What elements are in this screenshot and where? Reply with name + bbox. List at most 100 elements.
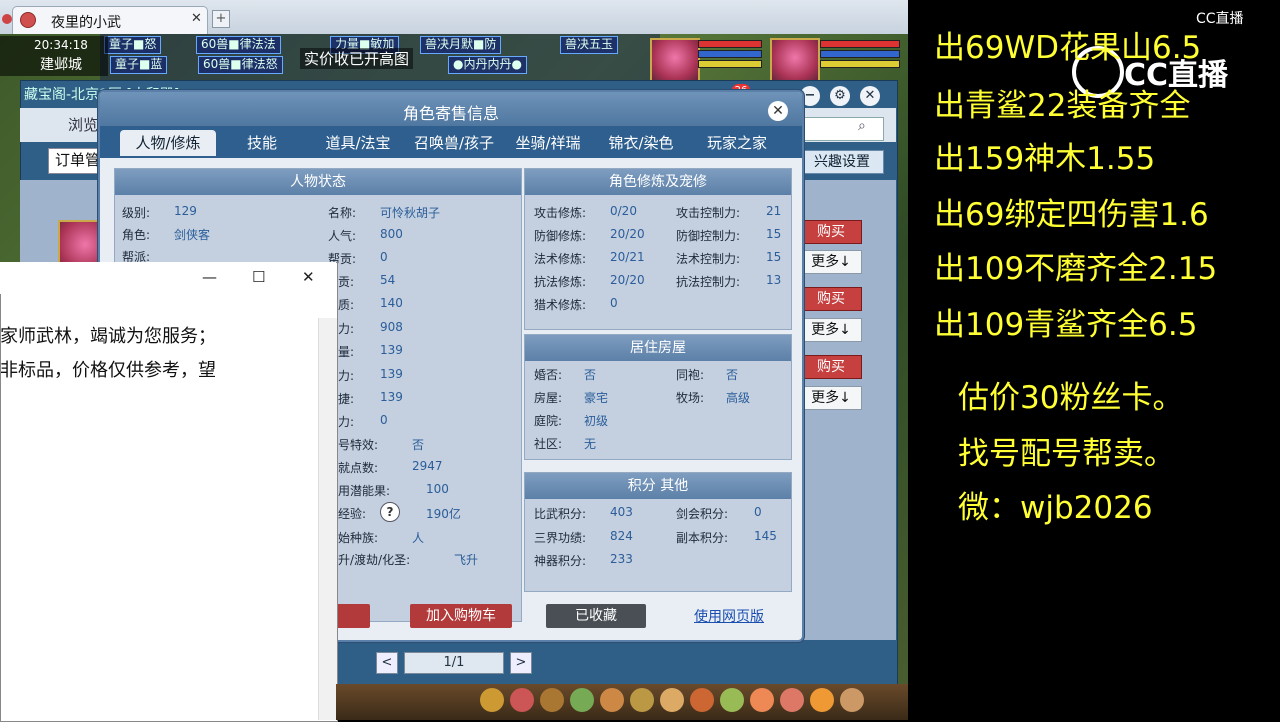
close-icon[interactable]: ✕ [302,268,315,286]
tab-favicon-icon [20,12,36,28]
cultivation-panel-head: 角色修炼及宠修 [525,169,791,195]
hud-tag[interactable]: 兽决月默■防 [420,36,502,54]
field-value: 0 [380,413,388,427]
field-value: 139 [380,390,403,404]
pet-portrait-avatar[interactable] [650,38,700,86]
tab-close-icon[interactable]: ✕ [191,11,202,26]
buy-button[interactable]: 购买 [800,220,862,244]
field-label: 角色: [122,228,151,242]
dialog-close-button[interactable]: ✕ [768,101,788,121]
hp-bar [698,40,762,48]
field-label: 号特效: [338,438,379,452]
field-label: 同袍: [676,368,705,382]
help-icon[interactable]: ? [380,502,400,522]
field-value: 初级 [584,414,609,428]
minimize-icon[interactable]: — [202,268,217,286]
hud-tag[interactable]: ●内丹内丹● [448,56,527,74]
tab-skills[interactable]: 技能 [224,130,300,156]
field-value: 豪宅 [584,391,609,405]
info-line: 微：wjb2026 [958,490,1153,526]
toolbar-task-icon[interactable] [660,688,684,712]
field-value: 233 [610,552,633,566]
buy-button[interactable]: 购买 [800,355,862,379]
field-label: 攻击修炼: [534,206,587,220]
field-label: 升/渡劫/化圣: [338,553,411,567]
field-value: 145 [754,529,777,543]
buy-button[interactable]: 购买 [800,287,862,311]
field-value: 21 [766,204,782,218]
maximize-icon[interactable]: ☐ [252,268,265,286]
score-panel-head: 积分 其他 [525,473,791,499]
sale-line: 出69WD花果山6.5 [934,30,1202,66]
toolbar-map-icon[interactable] [840,688,864,712]
tab-title: 夜里的小武 [51,15,121,31]
tab-player-home[interactable]: 玩家之家 [692,130,782,156]
toolbar-action-icon[interactable] [780,688,804,712]
hud-tag[interactable]: 60兽■律法怒 [198,56,283,74]
toolbar-trade-icon[interactable] [570,688,594,712]
info-line: 估价30粉丝卡。 [958,380,1184,416]
toolbar-system-icon[interactable] [810,688,834,712]
field-label: 庭院: [534,414,563,428]
game-banner: 实价收已开高图 [300,48,414,69]
more-button[interactable]: 更多↓ [800,250,862,274]
add-to-cart-button[interactable]: 加入购物车 [410,604,512,628]
tab-mounts[interactable]: 坐骑/祥瑞 [504,130,592,156]
hud-tag[interactable]: 60兽■律法法 [196,36,281,54]
game-clock: 20:34:18 [34,38,88,52]
tab-items[interactable]: 道具/法宝 [312,130,404,156]
toolbar-guild-icon[interactable] [690,688,714,712]
field-value: 0/20 [610,204,637,218]
tab-pets[interactable]: 召唤兽/孩子 [406,130,502,156]
more-button[interactable]: 更多↓ [800,386,862,410]
field-label: 法术修炼: [534,252,587,266]
exp-bar [698,60,762,68]
pager-prev-button[interactable]: < [376,652,398,674]
interest-settings-button[interactable]: 兴趣设置 [800,150,884,174]
toolbar-give-icon[interactable] [540,688,564,712]
house-panel-head: 居住房屋 [525,335,791,361]
text-window-titlebar [0,262,336,294]
text-line: 家师武林，竭诚为您服务； [0,326,216,347]
hud-tag[interactable]: 童子■蓝 [110,56,168,74]
field-label: 量: [338,345,355,359]
field-label: 经验: [338,507,367,521]
sale-line: 出青鲨22装备齐全 [934,88,1191,124]
cbg-close-button[interactable]: ✕ [860,86,880,106]
player-portrait-avatar[interactable] [770,38,820,86]
settings-gear-icon[interactable]: ⚙ [830,86,850,106]
toolbar-attack-icon[interactable] [480,688,504,712]
field-value: 800 [380,227,403,241]
field-value: 908 [380,320,403,334]
tab-character-cultivation[interactable]: 人物/修炼 [120,130,216,156]
web-version-link[interactable]: 使用网页版 [694,606,764,626]
toolbar-friend-icon[interactable] [750,688,774,712]
field-value: 可怜秋胡子 [380,206,441,220]
field-value: 139 [380,343,403,357]
browser-logo-icon [2,14,12,24]
field-label: 牧场: [676,391,705,405]
field-value: 剑侠客 [174,228,211,242]
hud-tag[interactable]: 兽决五玉 [560,36,619,54]
scrollbar[interactable] [318,318,337,720]
toolbar-item-icon[interactable] [510,688,534,712]
info-line: 找号配号帮卖。 [958,436,1175,472]
field-value: 20/21 [610,250,645,264]
toolbar-team-icon[interactable] [600,688,624,712]
favorited-button[interactable]: 已收藏 [546,604,646,628]
toolbar-quick-icon[interactable] [720,688,744,712]
field-label: 房屋: [534,391,563,405]
search-icon[interactable]: ⌕ [858,118,872,134]
tab-outfits[interactable]: 锦衣/染色 [596,130,686,156]
field-label: 比武积分: [534,507,587,521]
tab-browse[interactable]: 浏览 [68,114,98,135]
pager-next-button[interactable]: > [510,652,532,674]
hud-tag[interactable]: 童子■怒 [104,36,162,54]
field-label: 防御修炼: [534,229,587,243]
more-button[interactable]: 更多↓ [800,318,862,342]
new-tab-button[interactable]: + [212,10,230,28]
text-line: 非标品，价格仅供参考，望 [0,360,216,381]
toolbar-pet-icon[interactable] [630,688,654,712]
field-label: 力: [338,369,355,383]
browser-tab[interactable]: 夜里的小武 ✕ [12,6,208,34]
